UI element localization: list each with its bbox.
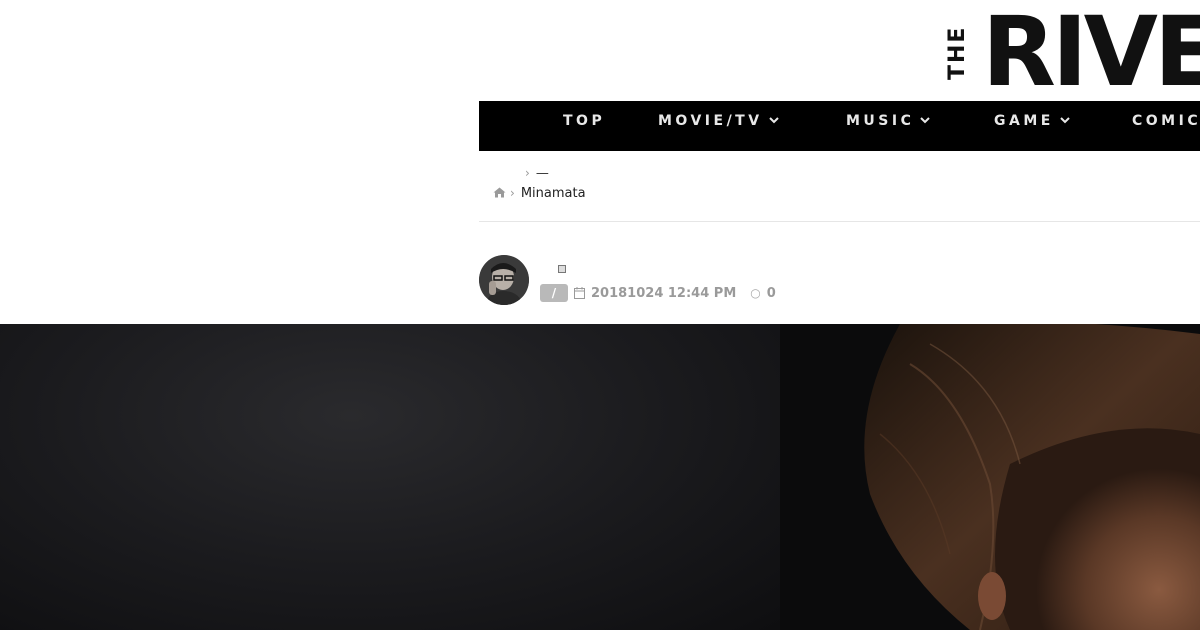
nav-item-top[interactable]: TOP [563, 101, 605, 151]
home-icon[interactable] [493, 187, 506, 198]
author-name-icon[interactable] [558, 265, 566, 273]
breadcrumb-current: Minamata [520, 186, 586, 201]
nav-item-label: MUSIC [846, 113, 915, 129]
nav-item-label: GAME [994, 113, 1054, 129]
chevron-right-icon: › [510, 186, 515, 200]
logo-wordmark: RIVE [982, 8, 1200, 98]
breadcrumb: › Minamata [493, 186, 586, 204]
portrait-illustration [780, 324, 1200, 630]
nav-item-music[interactable]: MUSIC [846, 101, 931, 151]
divider [479, 221, 1200, 222]
nav-item-movie-tv[interactable]: MOVIE/TV [658, 101, 779, 151]
nav-item-label: MOVIE/TV [658, 113, 763, 129]
hero-background [0, 324, 780, 630]
chevron-down-icon [768, 117, 779, 124]
hero-image [0, 324, 1200, 630]
breadcrumb-upper: › — [521, 166, 549, 184]
author-avatar[interactable] [479, 255, 529, 305]
site-logo[interactable]: THE RIVE [944, 8, 1200, 98]
chevron-right-icon: › [525, 166, 530, 180]
chevron-down-icon [920, 117, 931, 124]
nav-item-game[interactable]: GAME [994, 101, 1070, 151]
nav-item-comic[interactable]: COMIC [1132, 101, 1200, 151]
post-date: 20181024 12:44 PM [591, 285, 737, 301]
breadcrumb-dash: — [535, 166, 549, 181]
logo-the: THE [945, 25, 970, 81]
main-navigation: TOP MOVIE/TV MUSIC GAME COMIC [479, 101, 1200, 151]
nav-item-label: TOP [563, 113, 606, 129]
category-badge[interactable]: / [540, 284, 568, 302]
post-meta: / 20181024 12:44 PM ○ 0 [540, 283, 776, 303]
comment-icon[interactable]: ○ [750, 286, 760, 300]
chevron-down-icon [1060, 117, 1070, 124]
comment-count[interactable]: 0 [767, 286, 776, 301]
avatar-image [479, 255, 529, 305]
calendar-icon [574, 287, 585, 299]
nav-item-label: COMIC [1132, 113, 1200, 129]
page: THE RIVE TOP MOVIE/TV MUSIC GAME COMIC ›… [0, 0, 1200, 630]
hero-portrait [780, 324, 1200, 630]
